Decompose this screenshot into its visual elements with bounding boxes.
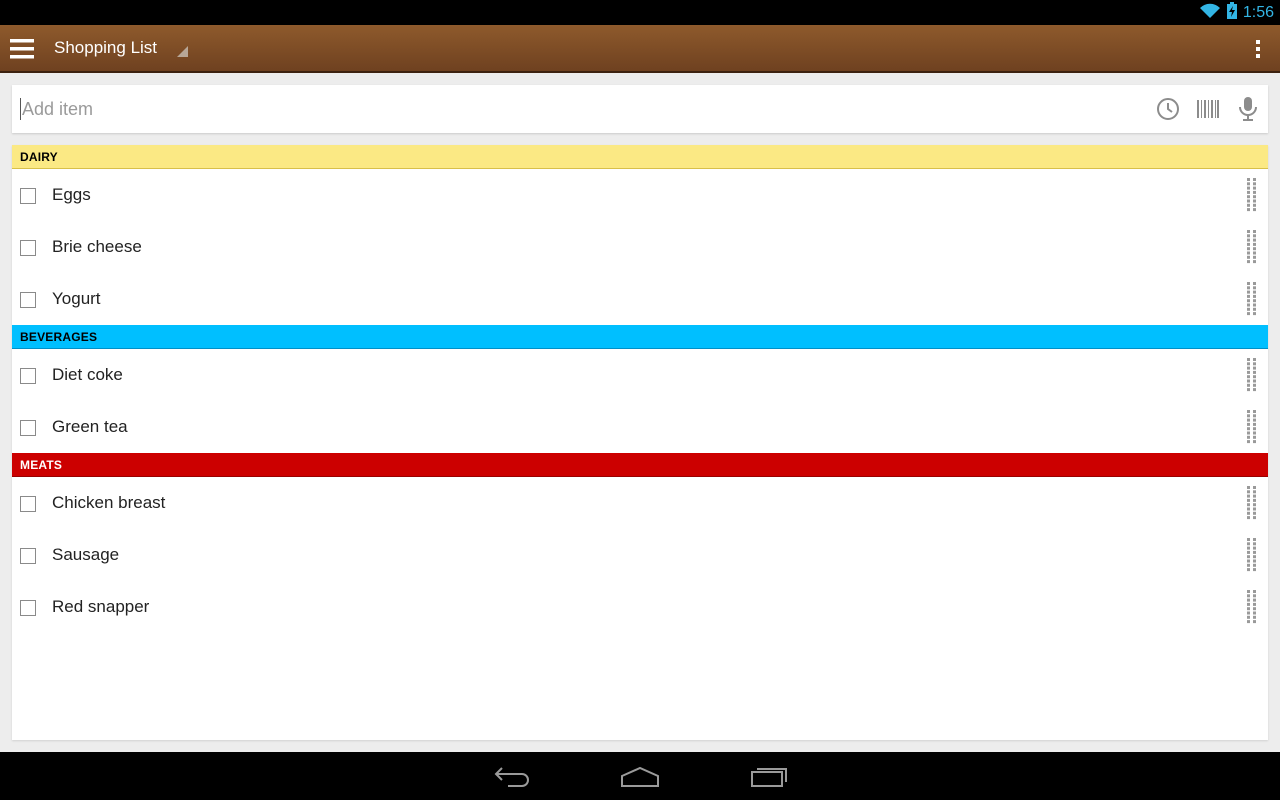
item-checkbox[interactable] [20,420,36,436]
list-item[interactable]: Green tea [12,401,1268,453]
drag-handle-icon[interactable] [1246,282,1258,316]
list-title-spinner[interactable]: Shopping List [54,38,157,58]
list-item[interactable]: Diet coke [12,349,1268,401]
item-checkbox[interactable] [20,292,36,308]
item-label: Red snapper [52,597,150,616]
status-time: 1:56 [1242,3,1274,21]
item-checkbox[interactable] [20,368,36,384]
category-header-dairy[interactable]: DAIRY [12,145,1268,169]
drag-handle-icon[interactable] [1246,230,1258,264]
recent-apps-icon[interactable] [750,764,790,788]
action-bar: Shopping List [0,25,1280,73]
drag-handle-icon[interactable] [1246,410,1258,444]
status-indicators: 1:56 [1199,2,1274,23]
list-item[interactable]: Red snapper [12,581,1268,633]
wifi-icon [1199,3,1221,23]
add-item-input[interactable] [20,85,1140,133]
back-icon[interactable] [492,764,532,788]
list-item[interactable]: Eggs [12,169,1268,221]
item-label: Eggs [52,185,91,204]
battery-charging-icon [1226,2,1237,23]
barcode-icon[interactable] [1195,96,1221,122]
item-checkbox[interactable] [20,548,36,564]
list-item[interactable]: Sausage [12,529,1268,581]
spinner-arrow-icon [177,46,188,57]
clock-icon[interactable] [1155,96,1181,122]
category-header-beverages[interactable]: BEVERAGES [12,325,1268,349]
home-icon[interactable] [620,764,660,788]
overflow-menu-icon[interactable] [1248,37,1268,61]
text-cursor [20,98,21,120]
item-checkbox[interactable] [20,600,36,616]
item-label: Green tea [52,417,128,436]
category-header-meats[interactable]: MEATS [12,453,1268,477]
hamburger-menu-icon[interactable] [10,35,38,63]
item-checkbox[interactable] [20,240,36,256]
status-bar: 1:56 [0,0,1280,25]
drag-handle-icon[interactable] [1246,178,1258,212]
item-label: Diet coke [52,365,123,384]
shopping-list: DAIRY Eggs Brie cheese Yogurt BEVERAGES Diet … [12,145,1268,740]
drag-handle-icon[interactable] [1246,590,1258,624]
item-checkbox[interactable] [20,188,36,204]
item-label: Yogurt [52,289,101,308]
list-item[interactable]: Brie cheese [12,221,1268,273]
item-label: Chicken breast [52,493,166,512]
list-item[interactable]: Yogurt [12,273,1268,325]
system-navigation-bar [0,752,1280,800]
item-label: Sausage [52,545,120,564]
item-checkbox[interactable] [20,496,36,512]
add-item-bar [12,85,1268,133]
microphone-icon[interactable] [1235,96,1261,122]
item-label: Brie cheese [52,237,142,256]
list-item[interactable]: Chicken breast [12,477,1268,529]
drag-handle-icon[interactable] [1246,486,1258,520]
drag-handle-icon[interactable] [1246,358,1258,392]
drag-handle-icon[interactable] [1246,538,1258,572]
